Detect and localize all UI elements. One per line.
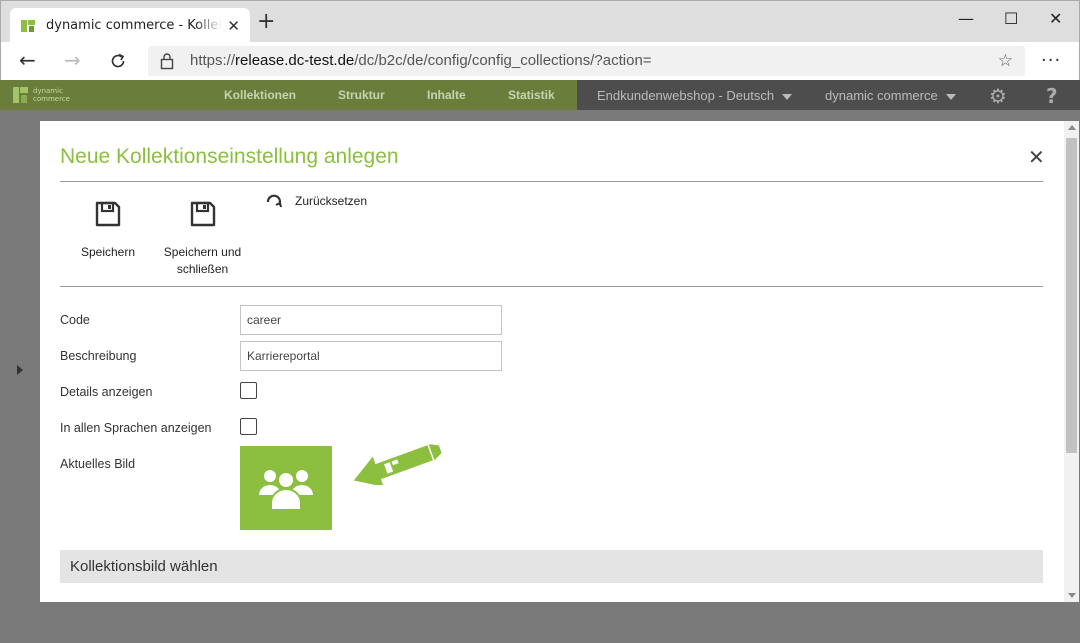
modal-dialog: Neue Kollektionseinstellung anlegen ✕ Sp…	[40, 121, 1079, 602]
modal-title: Neue Kollektionseinstellung anlegen	[60, 145, 399, 168]
company-dropdown[interactable]: dynamic commerce	[825, 88, 956, 103]
tab-title: dynamic commerce - Kollektionen	[46, 18, 222, 33]
show-details-label: Details anzeigen	[60, 385, 153, 399]
modal-scrollbar[interactable]	[1064, 121, 1079, 602]
code-input[interactable]	[240, 305, 502, 335]
show-details-checkbox[interactable]	[240, 382, 257, 399]
collection-image-section[interactable]: Kollektionsbild wählen	[60, 550, 1043, 583]
users-icon	[259, 470, 313, 511]
brand-logo[interactable]: dynamic commerce	[12, 85, 70, 105]
save-label: Speichern	[80, 245, 136, 259]
current-image[interactable]	[240, 446, 332, 530]
shop-dropdown[interactable]: Endkundenwebshop - Deutsch	[597, 88, 793, 103]
address-bar: ← → https://release.dc-test.de/dc/b2c/de…	[0, 42, 1080, 80]
reset-button[interactable]: Zurücksetzen	[265, 193, 367, 209]
browser-tab-bar: dynamic commerce - Kollektionen ✕ + — ☐ …	[0, 0, 1080, 43]
more-icon[interactable]: ···	[1041, 50, 1061, 71]
app-header-nav: dynamic commerce Kollektionen Struktur I…	[0, 80, 577, 110]
app-header: dynamic commerce Kollektionen Struktur I…	[0, 80, 1080, 110]
all-languages-label: In allen Sprachen anzeigen	[60, 421, 212, 435]
code-label: Code	[60, 313, 90, 327]
close-icon[interactable]: ✕	[227, 17, 240, 35]
browser-tab[interactable]: dynamic commerce - Kollektionen ✕	[10, 8, 250, 43]
divider	[60, 181, 1043, 182]
close-icon[interactable]: ✕	[1028, 145, 1045, 169]
arrow-pointer-icon	[353, 444, 442, 485]
favicon-icon	[21, 19, 35, 32]
description-label: Beschreibung	[60, 349, 137, 363]
floppy-disk-icon	[95, 201, 121, 227]
help-icon[interactable]: ?	[1046, 84, 1058, 108]
new-tab-button[interactable]: +	[257, 11, 275, 33]
reset-icon	[266, 194, 282, 208]
save-button[interactable]: Speichern	[78, 200, 138, 261]
all-languages-checkbox[interactable]	[240, 418, 257, 435]
forward-arrow-icon[interactable]: →	[64, 50, 81, 70]
back-arrow-icon[interactable]: ←	[19, 50, 36, 70]
window-close-button[interactable]: ✕	[1049, 9, 1062, 28]
save-and-close-button[interactable]: Speichern und schließen	[160, 200, 245, 278]
maximize-button[interactable]: ☐	[1004, 9, 1018, 28]
gear-icon[interactable]: ⚙	[989, 84, 1007, 108]
lock-icon	[160, 53, 174, 70]
current-image-label: Aktuelles Bild	[60, 457, 136, 471]
floppy-disk-icon	[190, 201, 215, 227]
brand-logo-icon	[13, 87, 28, 103]
brand-text-line2: commerce	[33, 95, 70, 103]
url-input[interactable]: https://release.dc-test.de/dc/b2c/de/con…	[148, 46, 1025, 76]
minimize-button[interactable]: —	[958, 9, 974, 28]
url-text: https://release.dc-test.de/dc/b2c/de/con…	[190, 52, 652, 69]
scroll-up-icon[interactable]	[1068, 125, 1076, 130]
menu-item-inhalte[interactable]: Inhalte	[427, 88, 466, 102]
divider	[60, 286, 1043, 287]
description-input[interactable]	[240, 341, 502, 371]
tree-expand-icon	[17, 365, 23, 375]
star-icon[interactable]: ☆	[998, 51, 1013, 71]
menu-item-struktur[interactable]: Struktur	[338, 88, 385, 102]
scroll-down-icon[interactable]	[1068, 593, 1076, 598]
brand-text-line1: dynamic	[33, 87, 63, 95]
save-close-label-line2: schließen	[176, 262, 229, 276]
menu-item-kollektionen[interactable]: Kollektionen	[224, 88, 296, 102]
save-close-label-line1: Speichern und	[163, 245, 242, 259]
scroll-thumb[interactable]	[1066, 138, 1077, 453]
chevron-down-icon	[945, 93, 956, 100]
reset-label: Zurücksetzen	[295, 194, 368, 208]
chevron-down-icon	[782, 93, 793, 100]
menu-item-statistik[interactable]: Statistik	[508, 88, 555, 102]
reload-icon[interactable]	[108, 51, 128, 71]
